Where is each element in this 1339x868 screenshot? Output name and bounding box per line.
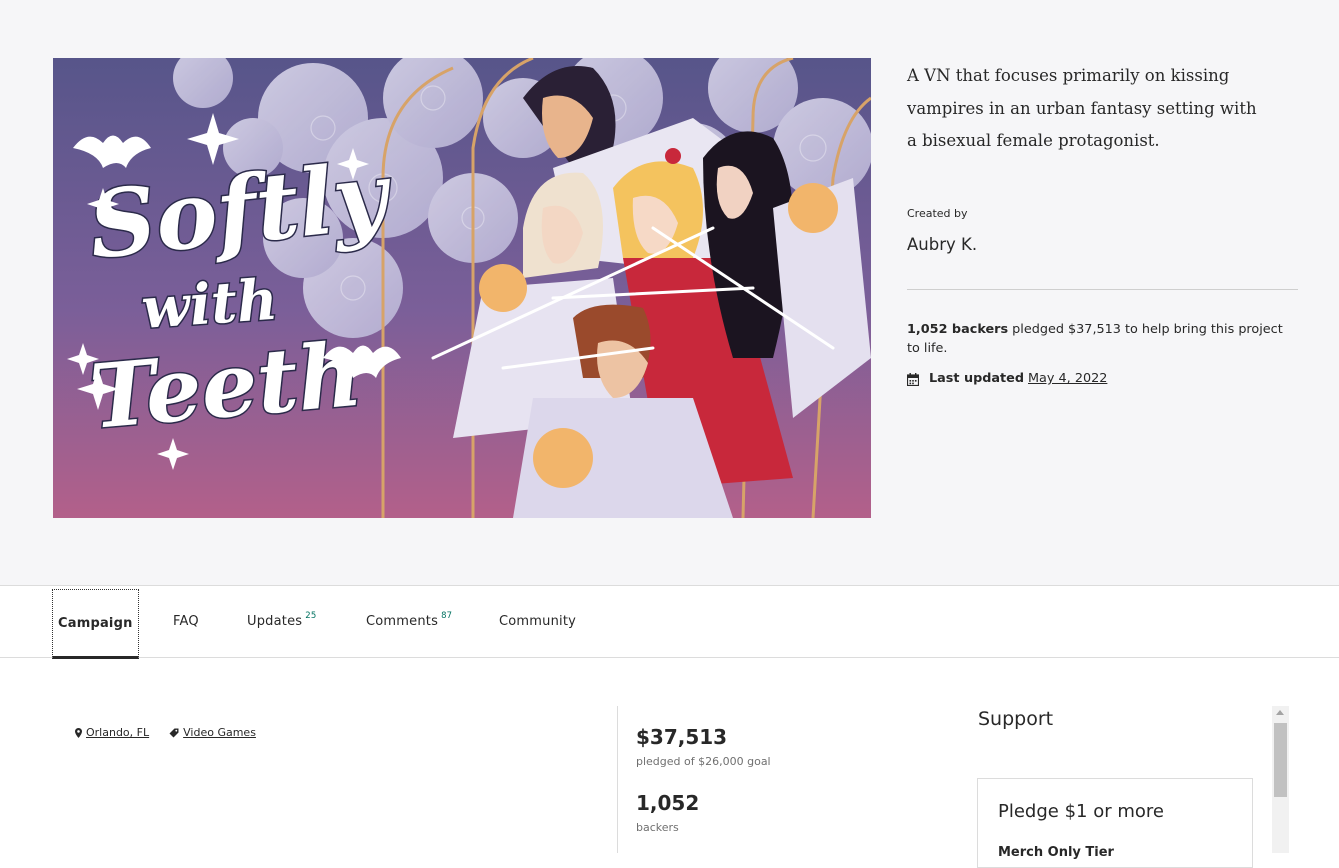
support-scrollbar[interactable] bbox=[1272, 706, 1289, 853]
tab-label: Community bbox=[499, 614, 577, 629]
tab-count: 87 bbox=[441, 610, 453, 621]
backers-label: backers bbox=[636, 821, 679, 834]
tab-comments[interactable]: Comments 87 bbox=[366, 586, 452, 657]
pledged-amount: $37,513 bbox=[636, 725, 728, 749]
tab-label: Updates bbox=[247, 614, 303, 629]
support-heading: Support bbox=[978, 708, 1054, 730]
divider bbox=[907, 289, 1298, 290]
created-by-label: Created by bbox=[907, 207, 968, 220]
project-cover-image[interactable]: Softly with Teeth bbox=[53, 58, 871, 518]
location-pin-icon bbox=[75, 727, 82, 738]
location: Orlando, FL bbox=[75, 726, 149, 739]
funding-divider bbox=[617, 706, 618, 853]
project-blurb: A VN that focuses primarily on kissing v… bbox=[907, 66, 1257, 150]
last-updated-link[interactable]: May 4, 2022 bbox=[1028, 371, 1107, 386]
category-link[interactable]: Video Games bbox=[183, 726, 256, 739]
tab-faq[interactable]: FAQ bbox=[173, 586, 199, 657]
project-hero: Softly with Teeth A VN that focuses prim… bbox=[0, 0, 1339, 586]
location-link[interactable]: Orlando, FL bbox=[86, 726, 149, 739]
category: Video Games bbox=[169, 726, 256, 739]
creator-name[interactable]: Aubry K. bbox=[907, 235, 977, 254]
tab-label: Campaign bbox=[58, 615, 133, 631]
project-meta: Orlando, FL Video Games bbox=[75, 726, 276, 739]
scrollbar-thumb[interactable] bbox=[1274, 723, 1287, 797]
tab-label: FAQ bbox=[173, 614, 199, 629]
pledge-tier-card[interactable]: Pledge $1 or more Merch Only Tier bbox=[977, 778, 1253, 868]
backers-summary: 1,052 backers pledged $37,513 to help br… bbox=[907, 320, 1299, 358]
tab-count: 25 bbox=[305, 610, 317, 621]
tab-label: Comments bbox=[366, 614, 439, 629]
tab-updates[interactable]: Updates 25 bbox=[247, 586, 316, 657]
last-updated: Last updated May 4, 2022 bbox=[907, 371, 1107, 386]
calendar-icon bbox=[907, 373, 919, 386]
pledge-amount: Pledge $1 or more bbox=[998, 801, 1164, 822]
last-updated-label: Last updated bbox=[929, 371, 1025, 386]
goal-text: pledged of $26,000 goal bbox=[636, 755, 771, 768]
tab-community[interactable]: Community bbox=[499, 586, 576, 657]
tag-icon bbox=[169, 728, 179, 737]
cover-art: Softly with Teeth bbox=[53, 58, 871, 518]
scroll-up-icon[interactable] bbox=[1276, 710, 1284, 715]
backers-count: 1,052 backers bbox=[907, 322, 1009, 337]
backers-number: 1,052 bbox=[636, 791, 700, 815]
tab-campaign[interactable]: Campaign bbox=[52, 589, 139, 659]
project-tabs: Campaign FAQ Updates 25 Comments 87 Commun… bbox=[0, 586, 1339, 659]
